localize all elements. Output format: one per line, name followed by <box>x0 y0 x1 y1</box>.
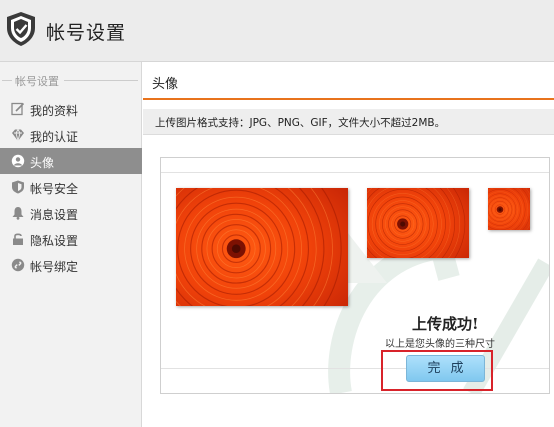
avatar-icon <box>11 154 25 168</box>
sidebar: 帐号设置 我的资料 我的认证 头像 帐号安全 消息设置 隐私设置 帐号绑定 <box>0 62 142 427</box>
sidebar-item-label: 帐号安全 <box>30 182 79 196</box>
link-icon <box>11 258 25 272</box>
bell-icon <box>12 207 24 220</box>
sidebar-item-label: 我的资料 <box>30 104 79 118</box>
upload-success-title: 上传成功! <box>412 315 479 333</box>
sidebar-item-security[interactable]: 帐号安全 <box>0 174 142 200</box>
sidebar-item-label: 帐号绑定 <box>30 260 79 274</box>
sidebar-item-label: 我的认证 <box>30 130 79 144</box>
sidebar-item-label: 消息设置 <box>30 208 79 222</box>
sidebar-item-binding[interactable]: 帐号绑定 <box>0 252 142 278</box>
app-header: 帐号设置 <box>0 0 554 62</box>
app-title: 帐号设置 <box>46 22 127 44</box>
page-title: 头像 <box>152 77 179 92</box>
sidebar-section-label: 帐号设置 <box>15 75 59 88</box>
done-button[interactable]: 完成 <box>406 355 485 382</box>
edit-icon <box>11 102 25 116</box>
divider <box>161 172 549 173</box>
upload-format-notice: 上传图片格式支持：JPG、PNG、GIF，文件大小不超过2MB。 <box>143 109 554 135</box>
shield-icon <box>12 180 24 194</box>
shield-check-icon <box>7 12 35 46</box>
sidebar-item-label: 隐私设置 <box>30 234 79 248</box>
sidebar-item-notifications[interactable]: 消息设置 <box>0 200 142 226</box>
avatar-medium-preview <box>367 188 469 258</box>
avatar-large-preview <box>176 188 348 306</box>
sidebar-item-avatar[interactable]: 头像 <box>0 148 142 174</box>
sidebar-item-privacy[interactable]: 隐私设置 <box>0 226 142 252</box>
title-divider <box>143 98 554 100</box>
sidebar-item-verification[interactable]: 我的认证 <box>0 122 142 148</box>
sidebar-item-profile[interactable]: 我的资料 <box>0 96 142 122</box>
lock-icon <box>13 233 23 245</box>
sidebar-item-label: 头像 <box>30 156 55 170</box>
diamond-icon <box>12 128 24 142</box>
avatar-small-preview <box>488 188 530 230</box>
upload-success-subtitle: 以上是您头像的三种尺寸 <box>385 339 495 350</box>
sidebar-section-header: 帐号设置 <box>0 72 142 88</box>
